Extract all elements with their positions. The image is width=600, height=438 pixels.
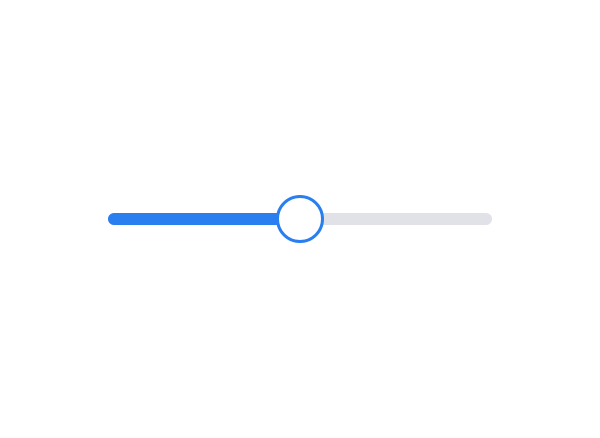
slider-container <box>0 0 600 438</box>
slider-thumb[interactable] <box>276 195 324 243</box>
range-slider[interactable] <box>108 195 492 243</box>
slider-fill <box>108 213 300 225</box>
